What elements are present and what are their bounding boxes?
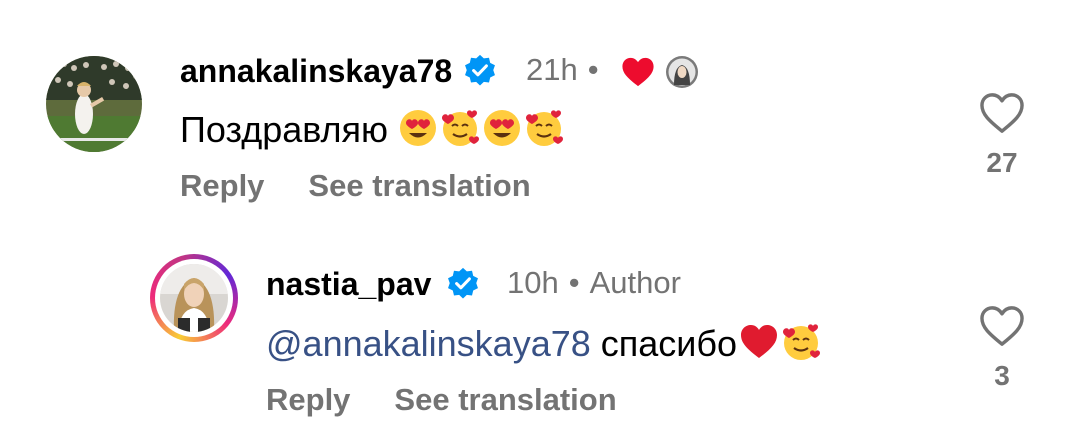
comment-text: @annakalinskaya78 спасибо	[266, 322, 821, 365]
reply-item: nastia_pav 10h • Author @annakalinskaya78 …	[0, 0, 1080, 445]
comment-meta: 10h • Author	[507, 265, 681, 301]
like-count: 3	[994, 360, 1010, 391]
comment-actions: Reply See translation	[266, 382, 661, 418]
like-column: 3	[972, 305, 1032, 392]
reply-button[interactable]: Reply	[266, 382, 350, 417]
mention-link[interactable]: @annakalinskaya78	[266, 323, 591, 364]
story-ring[interactable]	[150, 254, 238, 342]
see-translation-button[interactable]: See translation	[394, 382, 616, 417]
avatar	[160, 264, 228, 332]
meta-separator: •	[568, 265, 580, 300]
verified-badge-icon	[448, 267, 478, 299]
smiling-face-with-hearts-icon	[783, 324, 821, 360]
emoji-group	[739, 322, 821, 362]
comment-body: спасибо	[600, 323, 738, 364]
comment-username[interactable]: nastia_pav	[266, 266, 431, 303]
red-heart-emoji-icon	[741, 325, 778, 358]
author-label: Author	[589, 265, 681, 300]
comment-timestamp: 10h	[507, 265, 559, 300]
like-heart-icon[interactable]	[979, 305, 1025, 347]
